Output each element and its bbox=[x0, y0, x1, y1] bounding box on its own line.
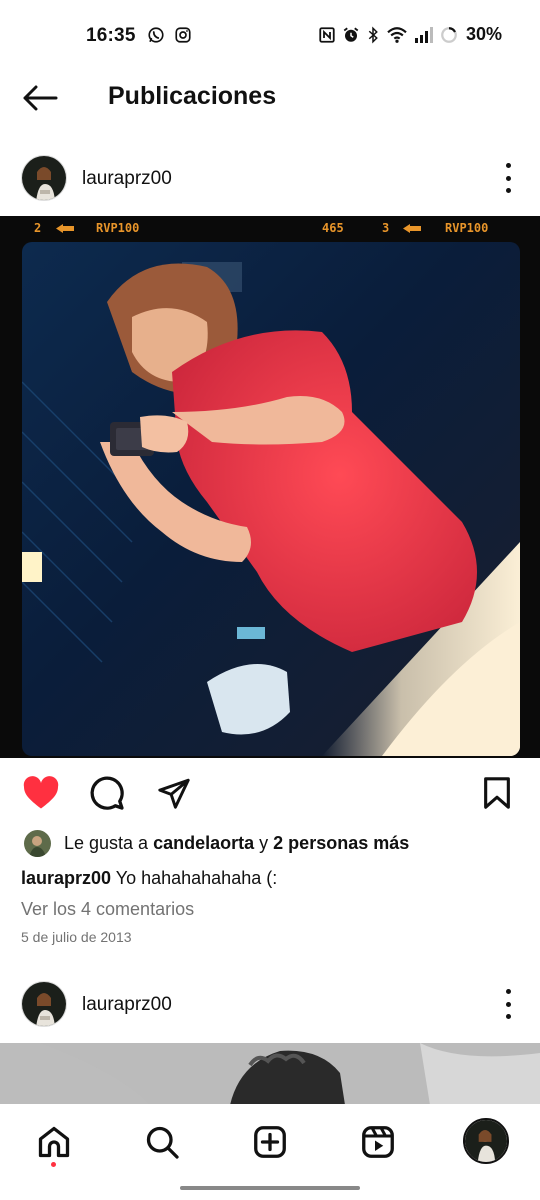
liker-avatar bbox=[24, 829, 51, 857]
view-comments-link[interactable]: Ver los 4 comentarios bbox=[21, 899, 194, 920]
battery-icon bbox=[441, 26, 457, 43]
likes-prefix: Le gusta a bbox=[64, 832, 149, 853]
next-post-image[interactable] bbox=[0, 1043, 540, 1105]
post-username[interactable]: lauraprz00 bbox=[82, 168, 172, 190]
page-title: Publicaciones bbox=[108, 82, 277, 110]
next-post-header: lauraprz00 bbox=[0, 981, 540, 1031]
page-header: Publicaciones bbox=[0, 72, 540, 124]
bookmark-icon bbox=[484, 777, 510, 809]
back-button[interactable] bbox=[22, 82, 62, 114]
film-code-right: RVP100 bbox=[445, 221, 489, 235]
home-indicator bbox=[180, 1186, 360, 1190]
share-button[interactable] bbox=[155, 774, 193, 812]
save-button[interactable] bbox=[478, 774, 516, 812]
likes-others[interactable]: 2 personas más bbox=[273, 833, 409, 854]
signal-icon bbox=[414, 26, 433, 43]
bluetooth-icon bbox=[368, 25, 378, 44]
nav-home[interactable] bbox=[34, 1122, 74, 1162]
next-post-username[interactable]: lauraprz00 bbox=[82, 994, 172, 1016]
create-icon bbox=[254, 1126, 286, 1158]
film-number-mid: 465 bbox=[322, 221, 344, 235]
status-bar: 16:35 30% bbox=[0, 0, 540, 72]
nav-search[interactable] bbox=[142, 1122, 182, 1162]
post-actions bbox=[0, 770, 540, 816]
avatar[interactable] bbox=[21, 155, 67, 201]
likes-summary[interactable]: Le gusta a candelaorta y 2 personas más bbox=[24, 828, 409, 858]
more-options-button[interactable] bbox=[502, 989, 514, 1019]
post-header: lauraprz00 bbox=[0, 155, 540, 205]
instagram-icon bbox=[174, 26, 192, 44]
film-strip: 2 RVP100 465 3 RVP100 bbox=[0, 216, 540, 242]
nav-profile-avatar[interactable] bbox=[463, 1118, 509, 1164]
nav-create[interactable] bbox=[250, 1122, 290, 1162]
post-date: 5 de julio de 2013 bbox=[21, 929, 132, 945]
home-icon bbox=[38, 1126, 70, 1158]
reels-icon bbox=[362, 1126, 394, 1158]
post-image[interactable]: 2 RVP100 465 3 RVP100 bbox=[0, 216, 540, 758]
likes-user[interactable]: candelaorta bbox=[153, 833, 254, 854]
film-number-left: 2 bbox=[34, 221, 42, 235]
film-code-left: RVP100 bbox=[96, 221, 140, 235]
alarm-icon bbox=[343, 27, 359, 42]
arrow-left-icon bbox=[23, 85, 58, 111]
nfc-icon bbox=[319, 26, 335, 43]
nav-reels[interactable] bbox=[358, 1122, 398, 1162]
photo-content bbox=[22, 242, 520, 756]
wifi-icon bbox=[387, 26, 407, 43]
like-button[interactable] bbox=[22, 774, 60, 812]
avatar[interactable] bbox=[21, 981, 67, 1027]
search-icon bbox=[146, 1126, 179, 1159]
send-icon bbox=[158, 778, 190, 809]
comment-icon bbox=[90, 776, 124, 810]
more-options-button[interactable] bbox=[502, 163, 514, 193]
whatsapp-icon bbox=[147, 26, 165, 44]
film-number-right: 3 bbox=[382, 221, 390, 235]
status-icons: 30% bbox=[318, 24, 502, 45]
status-time: 16:35 bbox=[86, 25, 136, 46]
battery-percent: 30% bbox=[465, 24, 502, 44]
heart-filled-icon bbox=[23, 776, 59, 809]
nav-active-dot bbox=[51, 1162, 56, 1167]
comment-button[interactable] bbox=[88, 774, 126, 812]
post-caption: lauraprz00 Yo hahahahahaha (: bbox=[21, 868, 277, 889]
likes-connector: y bbox=[259, 832, 269, 853]
bottom-nav bbox=[0, 1104, 540, 1200]
caption-username[interactable]: lauraprz00 bbox=[21, 868, 111, 888]
caption-text: Yo hahahahahaha (: bbox=[115, 868, 278, 888]
